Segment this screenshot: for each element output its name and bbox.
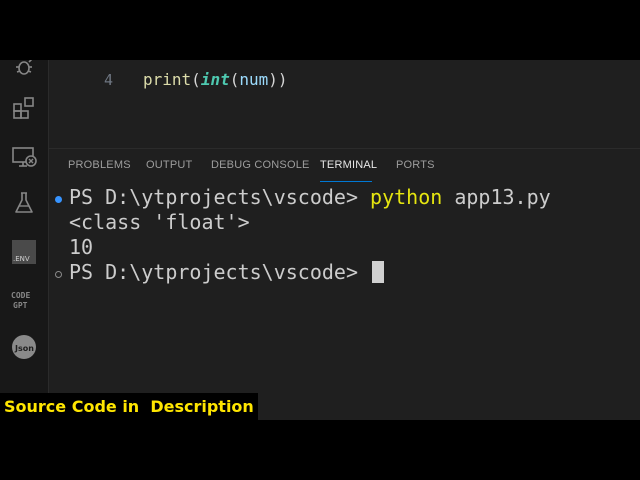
json-label: Json [14, 344, 34, 353]
tab-problems[interactable]: PROBLEMS [68, 159, 131, 171]
json-icon[interactable]: Json [9, 332, 39, 362]
panel-tabs: PROBLEMS OUTPUT DEBUG CONSOLE TERMINAL P… [49, 149, 640, 183]
tab-terminal[interactable]: TERMINAL [320, 159, 377, 171]
code-function: print [143, 70, 192, 89]
tab-output[interactable]: OUTPUT [146, 159, 192, 171]
line-number: 4 [104, 71, 114, 89]
code-variable: num [239, 70, 269, 89]
code-paren: ( [191, 70, 201, 89]
code-paren: ( [229, 70, 240, 89]
svg-text:GPT: GPT [13, 301, 28, 310]
terminal-args: app13.py [442, 185, 551, 209]
code-line[interactable]: print(int(num)) [143, 70, 288, 89]
codegpt-icon[interactable]: CODE GPT [9, 285, 39, 315]
code-keyword: int [200, 70, 230, 89]
editor-area[interactable]: 4 print(int(num)) [49, 60, 640, 148]
terminal-output-line: 10 [69, 235, 94, 259]
terminal-prompt: PS D:\ytprojects\vscode> [69, 185, 371, 209]
remote-explorer-icon[interactable] [9, 142, 39, 172]
code-paren: )) [268, 70, 288, 89]
terminal-cursor [372, 261, 385, 283]
terminal-prompt: PS D:\ytprojects\vscode> [69, 260, 371, 284]
terminal[interactable]: PS D:\ytprojects\vscode> python app13.py… [49, 183, 640, 420]
tab-ports[interactable]: PORTS [396, 159, 435, 171]
svg-text:CODE: CODE [11, 291, 30, 300]
terminal-command: python [370, 185, 443, 209]
tab-debug-console[interactable]: DEBUG CONSOLE [211, 159, 310, 171]
active-tab-underline [320, 181, 372, 182]
dotenv-icon[interactable]: .ENV [9, 237, 39, 267]
letterbox-top [0, 0, 640, 60]
command-pending-dot[interactable] [55, 271, 62, 278]
terminal-line-current: PS D:\ytprojects\vscode> [69, 260, 385, 284]
terminal-output-line: <class 'float'> [69, 210, 250, 234]
video-frame: .ENV CODE GPT Json 4 print(int(num)) PRO… [0, 0, 640, 480]
vscode-window: .ENV CODE GPT Json 4 print(int(num)) PRO… [0, 60, 640, 420]
extensions-icon[interactable] [9, 93, 39, 123]
debug-icon[interactable] [9, 60, 39, 80]
dotenv-label: .ENV [13, 255, 30, 263]
activity-bar: .ENV CODE GPT Json [0, 60, 49, 420]
terminal-line-1: PS D:\ytprojects\vscode> python app13.py [69, 185, 551, 209]
testing-icon[interactable] [9, 188, 39, 218]
letterbox-bottom [0, 420, 640, 480]
command-success-dot[interactable] [55, 196, 62, 203]
caption-banner: Source Code in Description [0, 393, 258, 420]
